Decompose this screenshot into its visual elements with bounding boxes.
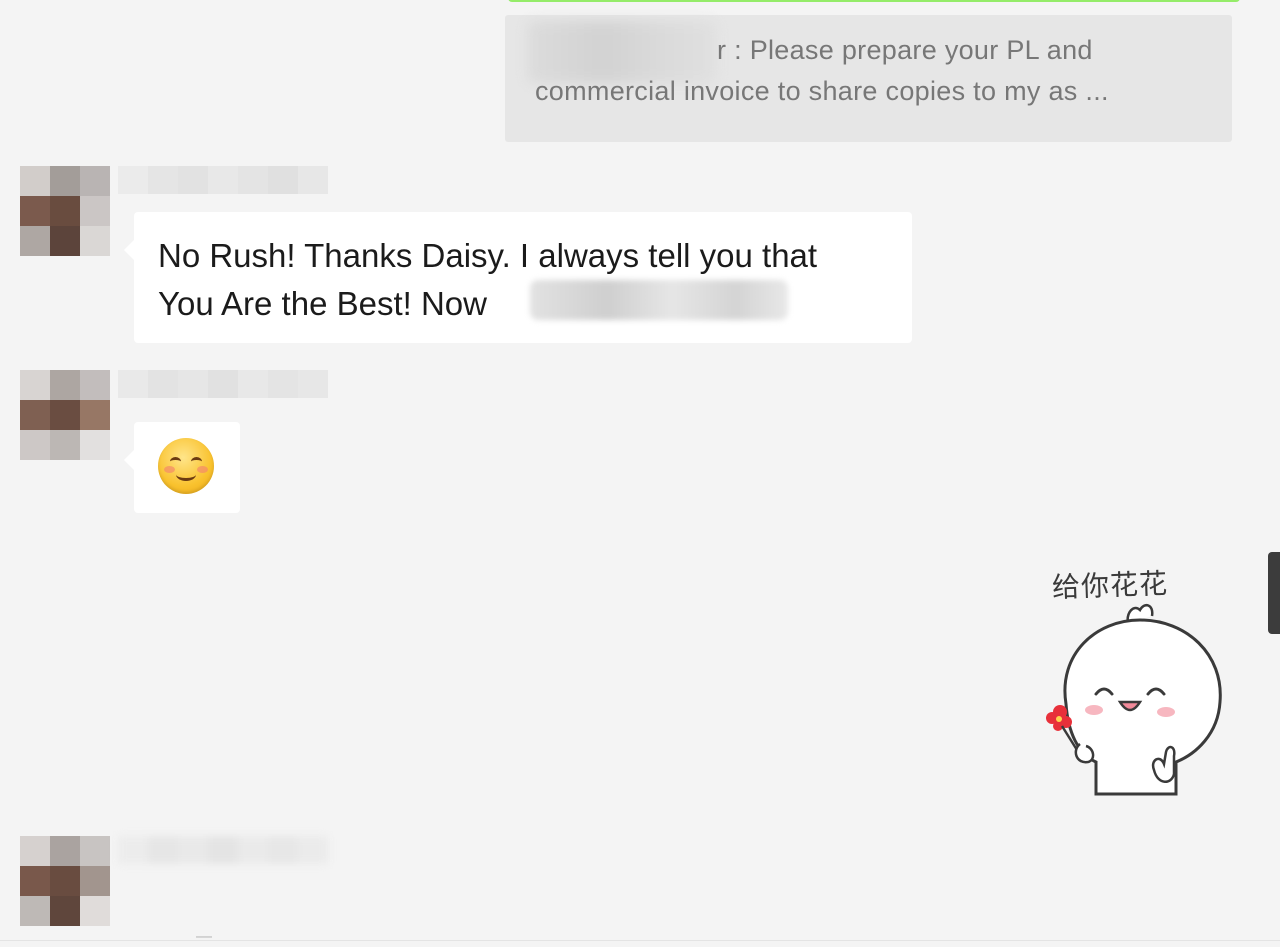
quoted-reply-line-2: commercial invoice to share copies to my… — [535, 76, 1109, 106]
avatar[interactable] — [20, 370, 110, 460]
divider — [0, 940, 1280, 941]
avatar[interactable] — [20, 836, 110, 926]
partial-message-mark: — — [196, 928, 212, 945]
avatar[interactable] — [20, 166, 110, 256]
quoted-reply-line-1: r : Please prepare your PL and — [717, 35, 1093, 65]
blurred-text — [530, 280, 788, 320]
incoming-message-bubble[interactable] — [124, 422, 240, 513]
scrollbar-thumb[interactable] — [1268, 552, 1280, 634]
blurred-sender-name — [118, 166, 328, 194]
chat-message-list[interactable]: r : Please prepare your PL and commercia… — [0, 0, 1280, 947]
smiling-face-icon — [158, 438, 214, 494]
blurred-sender-name — [118, 836, 328, 864]
quoted-reply[interactable]: r : Please prepare your PL and commercia… — [505, 15, 1232, 142]
blurred-sender-name — [118, 370, 328, 398]
quoted-reply-text: r : Please prepare your PL and commercia… — [535, 30, 1215, 112]
outgoing-message-bubble-edge[interactable] — [508, 0, 1240, 2]
incoming-message-bubble[interactable]: No Rush! Thanks Daisy. I always tell you… — [124, 212, 912, 343]
message-line-1: No Rush! Thanks Daisy. I always tell you… — [158, 237, 818, 274]
bunny-sticker-icon — [1046, 603, 1222, 796]
bunny-flower-sticker[interactable]: 给你花花 — [1036, 560, 1236, 805]
